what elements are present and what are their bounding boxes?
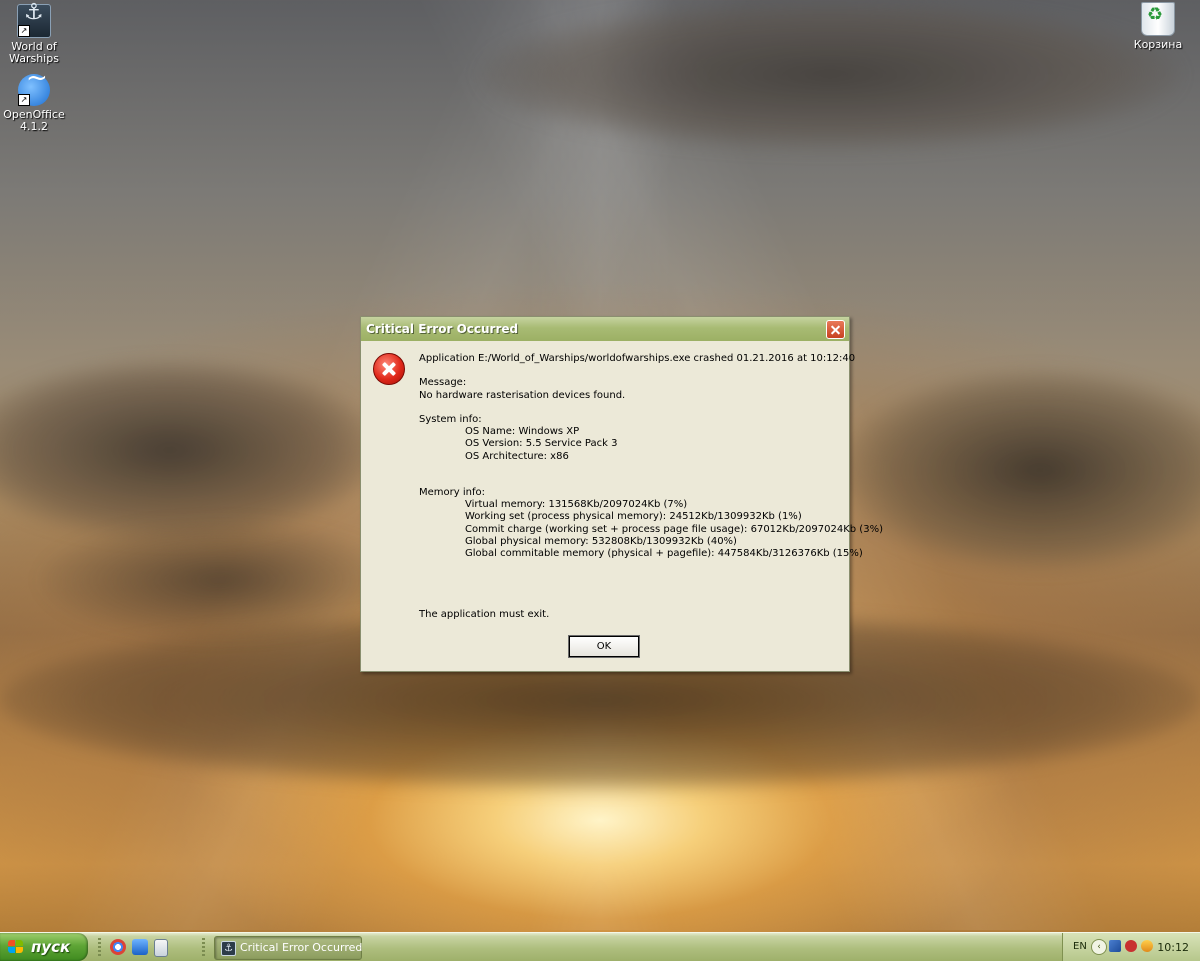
critical-error-dialog: Critical Error Occurred Application E:/W… — [360, 316, 883, 672]
os-architecture-line: OS Architecture: x86 — [465, 450, 569, 462]
security-alert-icon[interactable] — [1141, 940, 1153, 952]
os-name-line: OS Name: Windows XP — [465, 426, 580, 438]
toolbar-grip[interactable] — [98, 938, 101, 956]
ok-button[interactable]: OK — [568, 635, 640, 658]
virtual-memory-line: Virtual memory: 131568Kb/2097024Kb (7%) — [465, 499, 688, 511]
os-version-line: OS Version: 5.5 Service Pack 3 — [465, 438, 618, 450]
desktop-icon-label: 4.1.2 — [20, 120, 48, 133]
antivirus-shield-icon[interactable] — [1125, 940, 1137, 952]
global-physical-memory-line: Global physical memory: 532808Kb/1309932… — [465, 535, 737, 547]
taskbar-item-critical-error[interactable]: ⚓ Critical Error Occurred — [214, 936, 362, 960]
openoffice-icon: ↗ — [18, 72, 50, 106]
taskbar-item-label: Critical Error Occurred — [240, 941, 363, 954]
message-label: Message: — [419, 377, 467, 389]
close-button[interactable] — [826, 320, 845, 339]
message-text: No hardware rasterisation devices found. — [419, 389, 626, 401]
desktop-icon-openoffice[interactable]: ↗ OpenOffice 4.1.2 — [0, 72, 70, 133]
system-tray: EN ‹ 10:12 — [1062, 933, 1200, 961]
chrome-icon[interactable] — [110, 939, 126, 955]
toolbar-grip[interactable] — [202, 938, 205, 956]
wallpaper-cloud — [480, 0, 1180, 150]
shortcut-arrow-icon: ↗ — [18, 25, 30, 37]
crash-info-line: Application E:/World_of_Warships/worldof… — [419, 353, 856, 364]
desktop-icon-recycle-bin[interactable]: Корзина — [1122, 2, 1194, 51]
dialog-title: Critical Error Occurred — [366, 322, 519, 336]
system-info-label: System info: — [419, 413, 482, 425]
working-set-line: Working set (process physical memory): 2… — [465, 511, 802, 523]
desktop-icon-world-of-warships[interactable]: ↗ World of Warships — [0, 4, 70, 65]
windows-logo-icon — [8, 940, 24, 954]
network-icon[interactable] — [1109, 940, 1121, 952]
warships-icon: ⚓ — [221, 941, 236, 956]
error-icon — [373, 353, 405, 385]
memory-info-label: Memory info: — [419, 487, 485, 499]
warships-icon: ↗ — [17, 4, 51, 38]
start-label: пуск — [31, 938, 71, 956]
recycle-bin-icon — [1141, 2, 1175, 36]
shortcut-arrow-icon: ↗ — [18, 94, 30, 106]
notepad-icon[interactable] — [154, 939, 168, 957]
language-indicator[interactable]: EN — [1073, 941, 1087, 952]
global-commitable-memory-line: Global commitable memory (physical + pag… — [465, 548, 863, 559]
desktop-icon-label: Корзина — [1133, 38, 1183, 51]
wallpaper-cloud — [40, 520, 400, 640]
commit-charge-line: Commit charge (working set + process pag… — [465, 523, 883, 535]
exit-notice: The application must exit. — [419, 608, 550, 620]
internet-explorer-icon[interactable] — [132, 939, 148, 955]
dialog-titlebar[interactable]: Critical Error Occurred — [361, 317, 849, 341]
clock[interactable]: 10:12 — [1157, 941, 1189, 954]
start-button[interactable]: пуск — [0, 933, 88, 961]
show-hidden-icons-chevron-icon[interactable]: ‹ — [1091, 939, 1107, 955]
error-message: Application E:/World_of_Warships/worldof… — [419, 353, 883, 621]
taskbar: пуск ⚓ Critical Error Occurred EN ‹ 10:1… — [0, 932, 1200, 961]
